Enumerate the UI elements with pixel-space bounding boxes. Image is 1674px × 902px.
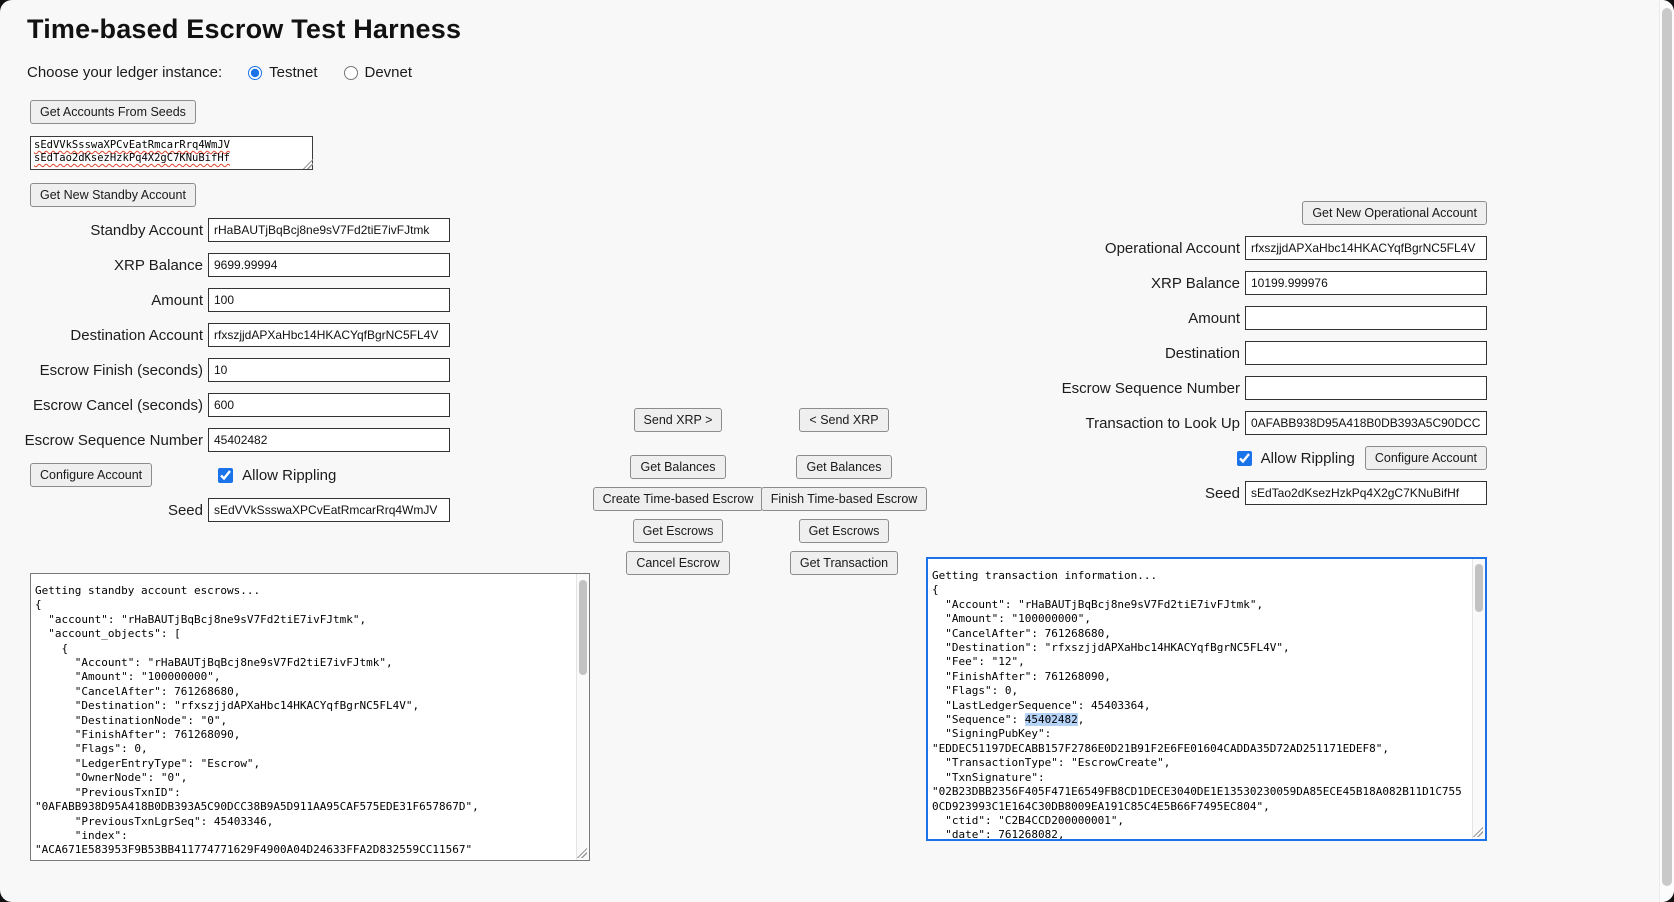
- escrow-cancel-seconds-label: Escrow Cancel (seconds): [33, 397, 203, 414]
- ledger-option-devnet[interactable]: Devnet: [344, 64, 413, 81]
- standby-allow-rippling-option[interactable]: Allow Rippling: [218, 467, 336, 484]
- devnet-radio[interactable]: [344, 66, 358, 80]
- testnet-radio-label: Testnet: [269, 64, 317, 81]
- escrow-cancel-seconds-input[interactable]: [208, 393, 450, 417]
- page-scrollbar[interactable]: [1659, 0, 1674, 902]
- cancel-escrow-button[interactable]: Cancel Escrow: [626, 551, 729, 575]
- standby-allow-rippling-label: Allow Rippling: [242, 467, 336, 484]
- results-after-selection: , "SigningPubKey": "EDDEC51197DECABB157F…: [932, 713, 1462, 839]
- operational-destination-label: Destination: [1165, 345, 1240, 362]
- get-new-standby-account-button[interactable]: Get New Standby Account: [30, 183, 196, 207]
- standby-account-input[interactable]: [208, 218, 450, 242]
- ledger-option-testnet[interactable]: Testnet: [248, 64, 317, 81]
- standby-results-textarea[interactable]: Getting standby account escrows... { "ac…: [30, 573, 590, 861]
- standby-xrp-balance-input[interactable]: [208, 253, 450, 277]
- operational-amount-label: Amount: [1188, 310, 1240, 327]
- results-before-selection: Getting transaction information... { "Ac…: [932, 569, 1290, 726]
- create-time-based-escrow-button[interactable]: Create Time-based Escrow: [593, 487, 764, 511]
- standby-amount-label: Amount: [151, 292, 203, 309]
- devnet-radio-label: Devnet: [365, 64, 413, 81]
- operational-allow-rippling-label: Allow Rippling: [1261, 450, 1355, 467]
- scrollbar-thumb[interactable]: [579, 580, 587, 675]
- operational-get-balances-button[interactable]: Get Balances: [796, 455, 891, 479]
- standby-destination-account-input[interactable]: [208, 323, 450, 347]
- operational-get-escrows-button[interactable]: Get Escrows: [799, 519, 890, 543]
- standby-seed-label: Seed: [168, 502, 203, 519]
- standby-destination-account-label: Destination Account: [70, 327, 203, 344]
- escrow-test-harness-page: Time-based Escrow Test Harness Choose yo…: [0, 0, 1674, 902]
- escrow-finish-seconds-input[interactable]: [208, 358, 450, 382]
- transaction-results-textarea[interactable]: Getting transaction information... { "Ac…: [926, 557, 1487, 841]
- standby-get-escrows-button[interactable]: Get Escrows: [633, 519, 724, 543]
- action-buttons-panel: Send XRP > < Send XRP Get Balances Get B…: [595, 408, 927, 583]
- operational-xrp-balance-label: XRP Balance: [1151, 275, 1240, 292]
- standby-seed-input[interactable]: [208, 498, 450, 522]
- operational-escrow-sequence-number-label: Escrow Sequence Number: [1062, 380, 1240, 397]
- operational-xrp-balance-input[interactable]: [1245, 271, 1487, 295]
- operational-amount-input[interactable]: [1245, 306, 1487, 330]
- ledger-instance-label: Choose your ledger instance:: [27, 64, 222, 81]
- standby-allow-rippling-checkbox[interactable]: [218, 468, 233, 483]
- scrollbar-thumb[interactable]: [1475, 564, 1483, 612]
- send-xrp-left-button[interactable]: < Send XRP: [799, 408, 888, 432]
- transaction-to-look-up-label: Transaction to Look Up: [1085, 415, 1240, 432]
- operational-escrow-sequence-number-input[interactable]: [1245, 376, 1487, 400]
- standby-configure-account-button[interactable]: Configure Account: [30, 463, 152, 487]
- finish-time-based-escrow-button[interactable]: Finish Time-based Escrow: [761, 487, 928, 511]
- standby-escrow-sequence-number-input[interactable]: [208, 428, 450, 452]
- page-title: Time-based Escrow Test Harness: [27, 14, 461, 45]
- resize-handle-icon[interactable]: [303, 159, 313, 169]
- standby-xrp-balance-label: XRP Balance: [114, 257, 203, 274]
- transaction-to-look-up-input[interactable]: [1245, 411, 1487, 435]
- resize-handle-icon[interactable]: [577, 848, 587, 858]
- transaction-results-content: Getting transaction information... { "Ac…: [928, 559, 1473, 839]
- operational-configure-account-button[interactable]: Configure Account: [1365, 446, 1487, 470]
- operational-account-input[interactable]: [1245, 236, 1487, 260]
- operational-seed-label: Seed: [1205, 485, 1240, 502]
- get-transaction-button[interactable]: Get Transaction: [790, 551, 898, 575]
- standby-escrow-sequence-number-label: Escrow Sequence Number: [25, 432, 203, 449]
- operational-allow-rippling-checkbox[interactable]: [1237, 451, 1252, 466]
- standby-results-scrollbar[interactable]: [576, 574, 589, 860]
- standby-results-content: Getting standby account escrows... { "ac…: [31, 574, 577, 860]
- operational-destination-input[interactable]: [1245, 341, 1487, 365]
- page-scrollbar-thumb[interactable]: [1662, 8, 1672, 886]
- standby-account-label: Standby Account: [90, 222, 203, 239]
- escrow-finish-seconds-label: Escrow Finish (seconds): [40, 362, 203, 379]
- standby-amount-input[interactable]: [208, 288, 450, 312]
- get-new-operational-account-button[interactable]: Get New Operational Account: [1302, 201, 1487, 225]
- standby-account-panel: Get New Standby Account Standby Account …: [30, 183, 450, 533]
- send-xrp-right-button[interactable]: Send XRP >: [634, 408, 723, 432]
- standby-get-balances-button[interactable]: Get Balances: [630, 455, 725, 479]
- seeds-textarea[interactable]: sEdVVkSsswaXPCvEatRmcarRrq4WmJV sEdTao2d…: [30, 136, 313, 170]
- testnet-radio[interactable]: [248, 66, 262, 80]
- transaction-results-scrollbar[interactable]: [1472, 559, 1485, 839]
- resize-handle-icon[interactable]: [1473, 827, 1483, 837]
- get-accounts-from-seeds-button[interactable]: Get Accounts From Seeds: [30, 100, 196, 124]
- ledger-instance-row: Choose your ledger instance: Testnet Dev…: [27, 64, 412, 81]
- operational-account-label: Operational Account: [1105, 240, 1240, 257]
- selected-sequence-text: 45402482: [1025, 713, 1078, 726]
- operational-seed-input[interactable]: [1245, 481, 1487, 505]
- operational-account-panel: Get New Operational Account Operational …: [1040, 201, 1487, 516]
